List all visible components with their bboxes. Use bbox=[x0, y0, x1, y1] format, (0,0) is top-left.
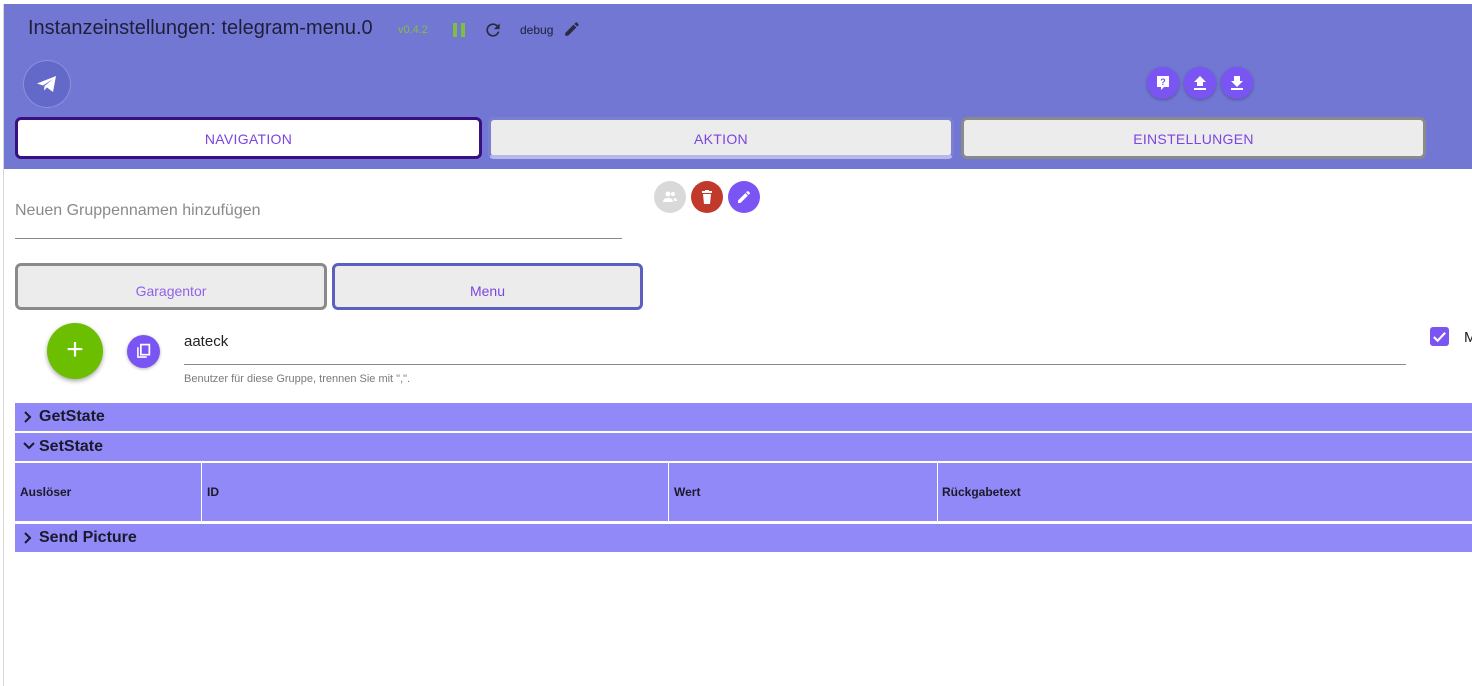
users-hint: Benutzer für diese Gruppe, trennen Sie m… bbox=[184, 373, 411, 385]
rename-group-button[interactable] bbox=[728, 181, 760, 213]
users-input[interactable]: aateck bbox=[184, 333, 228, 350]
add-group-button[interactable] bbox=[654, 181, 686, 213]
new-group-input[interactable]: Neuen Gruppennamen hinzufügen bbox=[15, 202, 261, 220]
pencil-icon bbox=[738, 190, 751, 203]
edit-icon[interactable] bbox=[563, 20, 581, 38]
column-header: Auslöser bbox=[20, 485, 72, 499]
check-icon bbox=[1433, 332, 1446, 343]
copy-button[interactable] bbox=[127, 335, 160, 368]
section-setstate[interactable]: SetState bbox=[15, 433, 1472, 461]
telegram-logo bbox=[23, 60, 71, 108]
group-tab-menu[interactable]: Menu bbox=[332, 263, 643, 310]
setstate-table-header: Auslöser ID Wert Rückgabetext bbox=[15, 463, 1472, 521]
upload-icon bbox=[1194, 76, 1206, 90]
section-getstate[interactable]: GetState bbox=[15, 403, 1472, 431]
chevron-right-icon bbox=[24, 411, 32, 423]
chevron-right-icon bbox=[24, 532, 32, 544]
version-label: v0.4.2 bbox=[398, 24, 428, 36]
group-add-icon bbox=[663, 191, 677, 202]
group-tab-garagentor[interactable]: Garagentor bbox=[15, 263, 327, 310]
section-title: GetState bbox=[39, 408, 105, 425]
checkbox-label: M bbox=[1464, 329, 1472, 346]
download-button[interactable] bbox=[1221, 67, 1253, 99]
page-title: Instanzeinstellungen: telegram-menu.0 bbox=[28, 17, 373, 39]
chevron-down-icon bbox=[23, 442, 35, 450]
section-sendpicture[interactable]: Send Picture bbox=[15, 524, 1472, 552]
app-header: ? NAVIGATION AKTION EINSTELLUNGEN bbox=[4, 50, 1472, 169]
svg-text:?: ? bbox=[1160, 77, 1166, 87]
help-icon: ? bbox=[1157, 76, 1169, 90]
column-divider bbox=[668, 463, 669, 521]
group-checkbox[interactable] bbox=[1430, 327, 1449, 346]
column-header: ID bbox=[207, 485, 219, 499]
trash-icon bbox=[702, 190, 712, 204]
delete-group-button[interactable] bbox=[691, 181, 723, 213]
column-header: Rückgabetext bbox=[942, 485, 1021, 499]
add-entry-button[interactable]: + bbox=[47, 323, 103, 379]
download-icon bbox=[1231, 76, 1243, 90]
new-group-underline bbox=[15, 238, 622, 239]
users-underline bbox=[184, 364, 1406, 365]
tab-einstellungen[interactable]: EINSTELLUNGEN bbox=[961, 117, 1426, 159]
tab-navigation[interactable]: NAVIGATION bbox=[15, 117, 482, 159]
column-divider bbox=[201, 463, 202, 521]
reload-icon[interactable] bbox=[483, 20, 503, 40]
tab-aktion[interactable]: AKTION bbox=[488, 117, 954, 159]
section-title: Send Picture bbox=[39, 529, 137, 546]
log-level-label: debug bbox=[520, 23, 554, 37]
title-bar: Instanzeinstellungen: telegram-menu.0 v0… bbox=[4, 4, 1472, 50]
section-title: SetState bbox=[39, 438, 104, 455]
plus-icon: + bbox=[66, 333, 84, 366]
upload-button[interactable] bbox=[1184, 67, 1216, 99]
help-button[interactable]: ? bbox=[1147, 67, 1179, 99]
pause-icon[interactable] bbox=[452, 22, 466, 38]
column-divider bbox=[937, 463, 938, 521]
copy-icon bbox=[137, 343, 151, 358]
column-header: Wert bbox=[674, 485, 701, 499]
